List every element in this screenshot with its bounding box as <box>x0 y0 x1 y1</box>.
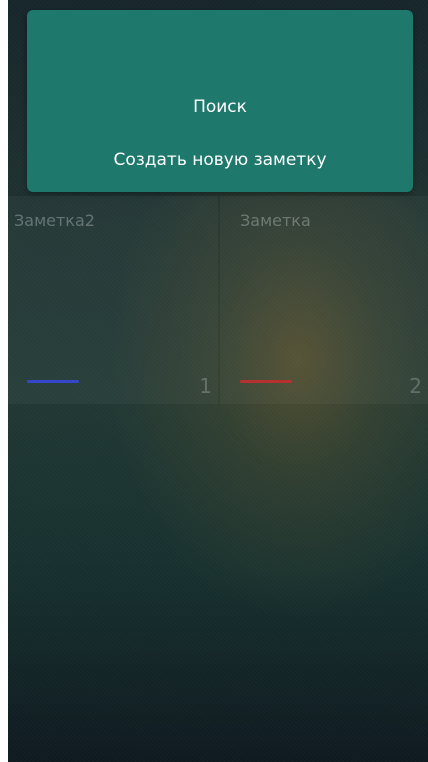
options-menu-popup: Поиск Создать новую заметку <box>27 10 413 192</box>
menu-item-search[interactable]: Поиск <box>27 87 413 127</box>
note-color-bar <box>27 380 79 383</box>
note-title: Заметка2 <box>14 211 95 230</box>
menu-item-create-note[interactable]: Создать новую заметку <box>27 140 413 180</box>
note-card[interactable]: Заметка 2 <box>220 196 428 404</box>
note-number: 1 <box>199 374 212 398</box>
note-number: 2 <box>409 374 422 398</box>
note-card[interactable]: Заметка2 1 <box>8 196 218 404</box>
notes-grid: Заметка2 1 Заметка 2 <box>8 196 428 404</box>
note-color-bar <box>240 380 292 383</box>
note-title: Заметка <box>240 211 311 230</box>
